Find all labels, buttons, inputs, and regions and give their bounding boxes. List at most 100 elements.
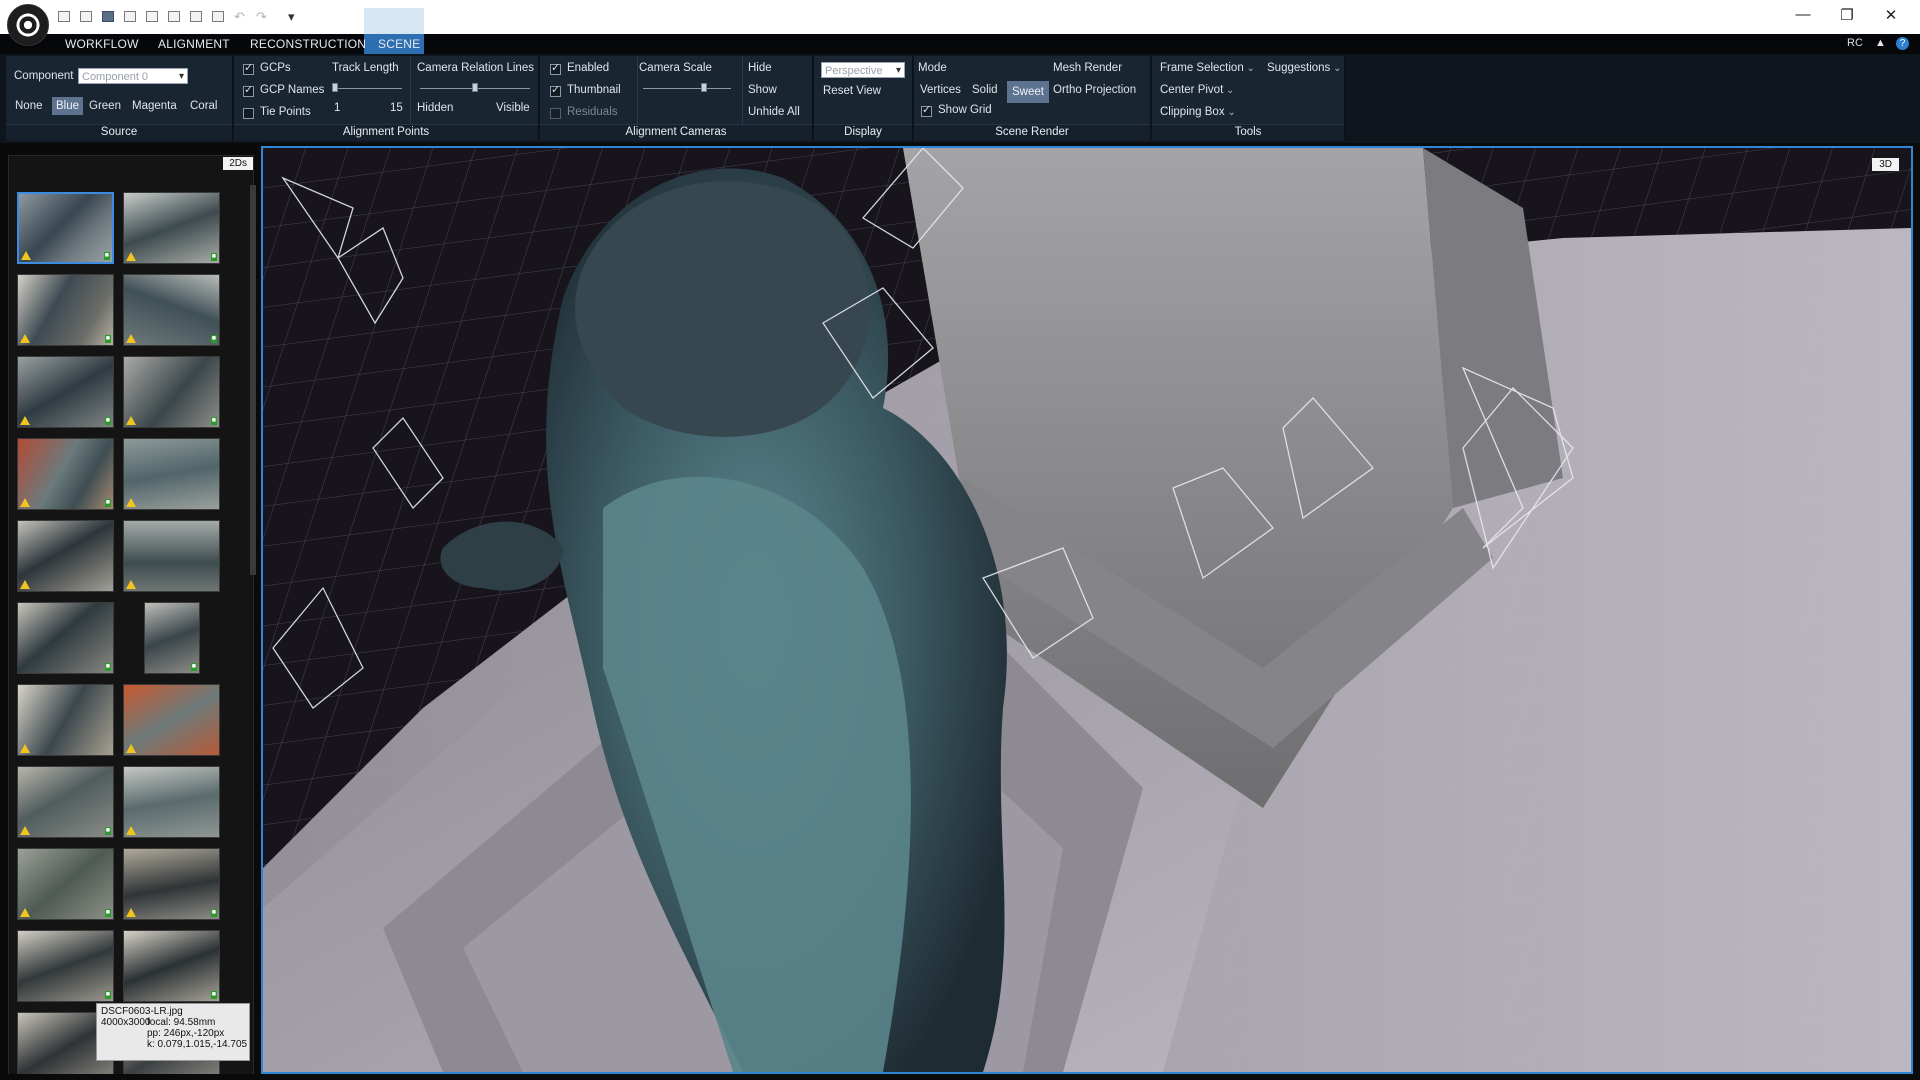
warning-icon [126, 334, 136, 343]
layout-8-icon[interactable] [212, 11, 224, 22]
reset-view-button[interactable]: Reset View [823, 85, 881, 97]
gcps-checkbox[interactable] [243, 61, 254, 75]
track-max-value: 15 [390, 102, 403, 114]
layout-4-icon[interactable] [124, 11, 136, 22]
gcp-names-checkbox[interactable] [243, 83, 254, 97]
projection-select[interactable]: Perspective [821, 62, 905, 79]
sweet-button[interactable]: Sweet [1007, 81, 1049, 103]
image-thumbnail[interactable]: ■ [17, 356, 114, 428]
frame-selection-button[interactable]: Frame Selection [1160, 62, 1255, 74]
tooltip-focal: focal: 94.58mm [147, 1017, 216, 1028]
image-thumbnail[interactable] [17, 520, 114, 592]
image-thumbnail[interactable]: ■ [123, 930, 220, 1002]
image-thumbnail[interactable]: ■ [144, 602, 200, 674]
track-length-min-thumb[interactable] [332, 83, 338, 92]
tab-reconstruction[interactable]: RECONSTRUCTION [250, 37, 366, 51]
layout-5-icon[interactable] [146, 11, 158, 22]
visible-label: Visible [496, 102, 530, 114]
vertices-button[interactable]: Vertices [920, 84, 961, 96]
display-group-title: Display [814, 124, 912, 141]
residuals-checkbox[interactable] [550, 108, 561, 119]
camera-relation-lines-label: Camera Relation Lines [417, 62, 534, 74]
thumbnail-scrollbar[interactable] [250, 185, 256, 575]
show-grid-checkbox[interactable] [921, 103, 932, 117]
tooltip-filename: DSCF0603-LR.jpg [101, 1006, 183, 1017]
color-green-button[interactable]: Green [89, 100, 121, 112]
scene-render-group-title: Scene Render [914, 124, 1150, 141]
image-panel: ■ ■ ■ ■ ■ ■ ■ ■ ■ ■ ■ ■ ■ ■ 2Ds [0, 143, 261, 1080]
thumbnail-checkbox[interactable] [550, 83, 561, 97]
source-group-title: Source [6, 124, 232, 141]
tab-alignment[interactable]: ALIGNMENT [158, 37, 230, 51]
mesh-render-label: Mesh Render [1053, 62, 1123, 74]
layout-2-icon[interactable] [80, 11, 92, 22]
image-thumbnail[interactable]: ■ [17, 274, 114, 346]
tools-group: Frame Selection Suggestions Center Pivot… [1152, 56, 1345, 141]
unhide-all-button[interactable]: Unhide All [748, 106, 800, 118]
image-thumbnail[interactable]: ■ [123, 192, 220, 264]
layout-1-icon[interactable] [58, 11, 70, 22]
alignment-cameras-group: Enabled Thumbnail Residuals Camera Scale… [540, 56, 813, 141]
2d-view-tag: 2Ds [223, 157, 253, 170]
camera-scale-thumb[interactable] [701, 83, 707, 92]
image-thumbnail[interactable]: ■ [17, 192, 114, 264]
hide-button[interactable]: Hide [748, 62, 772, 74]
image-thumbnail[interactable] [123, 520, 220, 592]
camera-scale-slider[interactable] [643, 88, 731, 89]
image-thumbnail[interactable] [123, 766, 220, 838]
warning-icon [126, 252, 136, 261]
thumbnail-label: Thumbnail [567, 84, 621, 96]
warning-icon[interactable]: ▲ [1875, 37, 1886, 49]
image-thumbnail[interactable]: ■ [17, 602, 114, 674]
image-thumbnail[interactable] [123, 684, 220, 756]
tie-count-badge: ■ [104, 499, 111, 507]
divider [637, 56, 638, 124]
tab-workflow[interactable]: WORKFLOW [65, 37, 139, 51]
image-thumbnail[interactable]: ■ [123, 274, 220, 346]
enabled-checkbox[interactable] [550, 61, 561, 75]
image-thumbnail[interactable] [17, 684, 114, 756]
minimize-icon[interactable]: — [1788, 6, 1818, 23]
image-info-tooltip: DSCF0603-LR.jpg 4000x3000 focal: 94.58mm… [96, 1003, 250, 1061]
redo-icon[interactable]: ↷ [256, 9, 267, 25]
suggestions-button[interactable]: Suggestions [1267, 62, 1341, 74]
image-thumbnail[interactable] [123, 438, 220, 510]
image-thumbnail[interactable]: ■ [123, 356, 220, 428]
solid-button[interactable]: Solid [972, 84, 998, 96]
center-pivot-button[interactable]: Center Pivot [1160, 84, 1234, 96]
tooltip-k: k: 0.079,1.015,-14.705 [147, 1039, 248, 1050]
tie-count-badge: ■ [210, 991, 217, 999]
color-coral-button[interactable]: Coral [190, 100, 217, 112]
camera-relation-lines-thumb[interactable] [472, 83, 478, 92]
track-min-value: 1 [334, 102, 341, 114]
tie-points-checkbox[interactable] [243, 108, 254, 119]
image-thumbnail[interactable]: ■ [17, 438, 114, 510]
image-thumbnail[interactable]: ■ [123, 848, 220, 920]
clipping-box-button[interactable]: Clipping Box [1160, 106, 1236, 118]
track-length-slider[interactable] [334, 88, 402, 89]
show-button[interactable]: Show [748, 84, 777, 96]
track-length-label: Track Length [332, 62, 399, 74]
layout-3-icon[interactable] [102, 11, 114, 22]
thumbnail-grid[interactable]: ■ ■ ■ ■ ■ ■ ■ ■ ■ ■ ■ ■ ■ ■ [8, 155, 254, 1077]
tab-scene[interactable]: SCENE [378, 37, 420, 51]
tie-count-badge: ■ [103, 252, 110, 260]
ortho-projection-button[interactable]: Ortho Projection [1053, 84, 1136, 96]
layout-7-icon[interactable] [190, 11, 202, 22]
customize-quick-access-icon[interactable]: ▾ [288, 9, 295, 25]
scene-render[interactable] [263, 148, 1911, 1072]
component-select[interactable]: Component 0 [78, 68, 188, 85]
image-thumbnail[interactable]: ■ [17, 848, 114, 920]
app-logo[interactable] [7, 4, 49, 46]
undo-icon[interactable]: ↶ [234, 9, 245, 25]
color-blue-button[interactable]: Blue [52, 97, 84, 115]
layout-6-icon[interactable] [168, 11, 180, 22]
color-none-button[interactable]: None [15, 100, 43, 112]
color-magenta-button[interactable]: Magenta [132, 100, 177, 112]
image-thumbnail[interactable]: ■ [17, 930, 114, 1002]
close-icon[interactable]: ✕ [1876, 6, 1906, 24]
image-thumbnail[interactable]: ■ [17, 766, 114, 838]
help-icon[interactable]: ? [1896, 37, 1909, 50]
restore-icon[interactable]: ❐ [1832, 6, 1862, 24]
3d-viewport[interactable]: 3D [261, 146, 1913, 1074]
